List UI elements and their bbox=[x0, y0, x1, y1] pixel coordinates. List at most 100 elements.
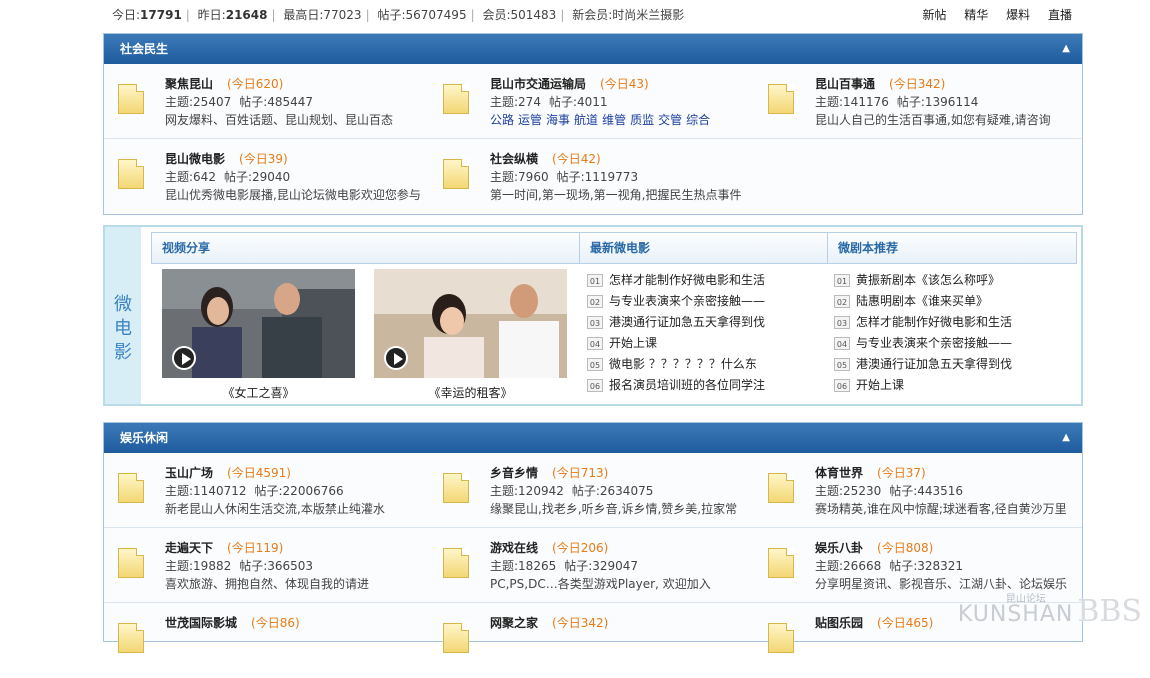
forum-item: 玉山广场(今日4591) 主题:1140712帖子:22006766 新老昆山人… bbox=[104, 453, 429, 528]
subforum-links: 公路运管海事航道维管质监交管综合 bbox=[490, 111, 714, 128]
digest-link[interactable]: 精华 bbox=[964, 8, 988, 22]
list-item[interactable]: 01黄振新剧本《该怎么称呼》 bbox=[834, 270, 1012, 291]
list-item[interactable]: 05微电影 ？？？？？？什么东 bbox=[587, 354, 765, 375]
topic-count: 主题:25230 bbox=[815, 484, 881, 498]
item-title[interactable]: 报名演员培训班的各位同学注 bbox=[609, 378, 765, 392]
list-item[interactable]: 03 港澳通行证加急五天拿得到伐 bbox=[587, 312, 765, 333]
forum-desc: 昆山优秀微电影展播,昆山论坛微电影欢迎您参与 bbox=[165, 186, 421, 203]
video-thumbnail[interactable] bbox=[162, 269, 355, 378]
forum-name-link[interactable]: 游戏在线 bbox=[490, 541, 538, 555]
subforum-link[interactable]: 交管 bbox=[658, 113, 682, 127]
new-member-link[interactable]: 时尚米兰摄影 bbox=[612, 8, 684, 22]
video-caption[interactable]: 《女工之喜》 bbox=[162, 384, 355, 401]
forum-name-link[interactable]: 贴图乐园 bbox=[815, 616, 863, 630]
divider: | bbox=[271, 8, 275, 22]
list-item[interactable]: 02与专业表演来个亲密接触—— bbox=[587, 291, 765, 312]
live-link[interactable]: 直播 bbox=[1048, 8, 1072, 22]
forum-item: 社会纵横(今日42) 主题:7960帖子:1119773 第一时间,第一现场,第… bbox=[429, 139, 754, 214]
item-title[interactable]: 怎样才能制作好微电影和生活 bbox=[856, 315, 1012, 329]
collapse-icon[interactable]: ▲ bbox=[1062, 423, 1070, 453]
subforum-link[interactable]: 公路 bbox=[490, 113, 514, 127]
forum-item: 走遍天下(今日119) 主题:19882帖子:366503 喜欢旅游、拥抱自然、… bbox=[104, 528, 429, 603]
forum-name-link[interactable]: 昆山微电影 bbox=[165, 152, 225, 166]
topic-count: 主题:19882 bbox=[165, 559, 231, 573]
today-count: (今日4591) bbox=[227, 466, 291, 480]
divider: | bbox=[186, 8, 190, 22]
forum-icon bbox=[443, 548, 471, 578]
today-label: 今日: bbox=[112, 8, 140, 22]
list-item[interactable]: 03怎样才能制作好微电影和生活 bbox=[834, 312, 1012, 333]
forum-name-link[interactable]: 网聚之家 bbox=[490, 616, 538, 630]
list-item[interactable]: 06报名演员培训班的各位同学注 bbox=[587, 375, 765, 396]
subforum-link[interactable]: 质监 bbox=[630, 113, 654, 127]
item-title[interactable]: 微电影 ？？？？？？什么东 bbox=[609, 357, 757, 371]
collapse-icon[interactable]: ▲ bbox=[1062, 34, 1070, 64]
item-title[interactable]: 开始上课 bbox=[609, 336, 657, 350]
site-watermark-logo: 昆山论坛 KUNSHANBBS bbox=[958, 594, 1142, 629]
forum-icon bbox=[768, 473, 796, 503]
forum-name-link[interactable]: 走遍天下 bbox=[165, 541, 213, 555]
item-title[interactable]: 与专业表演来个亲密接触—— bbox=[609, 294, 765, 308]
topic-count: 主题:1140712 bbox=[165, 484, 247, 498]
forum-name-link[interactable]: 昆山百事通 bbox=[815, 77, 875, 91]
forum-icon bbox=[443, 473, 471, 503]
video-caption[interactable]: 《幸运的租客》 bbox=[374, 384, 567, 401]
post-count: 帖子:329047 bbox=[564, 559, 638, 573]
play-icon[interactable] bbox=[172, 346, 196, 370]
list-item[interactable]: 04与专业表演来个亲密接触—— bbox=[834, 333, 1012, 354]
forum-name-link[interactable]: 娱乐八卦 bbox=[815, 541, 863, 555]
subforum-link[interactable]: 海事 bbox=[546, 113, 570, 127]
posts-count: 56707495 bbox=[406, 8, 467, 22]
breaking-link[interactable]: 爆料 bbox=[1006, 8, 1030, 22]
forum-name-link[interactable]: 昆山市交通运输局 bbox=[490, 77, 586, 91]
subforum-link[interactable]: 运管 bbox=[518, 113, 542, 127]
item-title[interactable]: 陆惠明剧本《谁来买单》 bbox=[856, 294, 988, 308]
forum-name-link[interactable]: 聚焦昆山 bbox=[165, 77, 213, 91]
forum-name-link[interactable]: 社会纵横 bbox=[490, 152, 538, 166]
video-thumbnail[interactable] bbox=[374, 269, 567, 378]
micro-film-tabs: 视频分享 最新微电影 微剧本推荐 bbox=[151, 232, 1077, 264]
top-links: 新帖 精华 爆料 直播 bbox=[908, 6, 1072, 23]
list-item[interactable]: 04开始上课 bbox=[587, 333, 765, 354]
subforum-link[interactable]: 航道 bbox=[574, 113, 598, 127]
item-title[interactable]: 黄振新剧本《该怎么称呼》 bbox=[856, 273, 1000, 287]
forum-name-link[interactable]: 体育世界 bbox=[815, 466, 863, 480]
play-icon[interactable] bbox=[384, 346, 408, 370]
subforum-link[interactable]: 综合 bbox=[686, 113, 710, 127]
max-count: 77023 bbox=[323, 8, 361, 22]
new-posts-link[interactable]: 新帖 bbox=[922, 8, 946, 22]
list-item[interactable]: 01怎样才能制作好微电影和生活 bbox=[587, 270, 765, 291]
forum-item: 乡音乡情(今日713) 主题:120942帖子:2634075 缘聚昆山,找老乡… bbox=[429, 453, 754, 528]
forum-section-entertainment: 娱乐休闲 ▲ 玉山广场(今日4591) 主题:1140712帖子:2200676… bbox=[103, 422, 1083, 642]
divider: | bbox=[366, 8, 370, 22]
forum-section-social: 社会民生 ▲ 聚焦昆山(今日620) 主题:25407帖子:485447 网友爆… bbox=[103, 33, 1083, 215]
subforum-link[interactable]: 维管 bbox=[602, 113, 626, 127]
rank-badge: 02 bbox=[834, 295, 850, 308]
item-title[interactable]: 港澳通行证加急五天拿得到伐 bbox=[856, 357, 1012, 371]
tab-video-share[interactable]: 视频分享 bbox=[152, 233, 579, 263]
rank-badge: 03 bbox=[587, 316, 603, 329]
side-char: 影 bbox=[114, 341, 132, 365]
list-item[interactable]: 02 陆惠明剧本《谁来买单》 bbox=[834, 291, 1012, 312]
post-count: 帖子:1119773 bbox=[557, 170, 639, 184]
list-item[interactable]: 06开始上课 bbox=[834, 375, 1012, 396]
post-count: 帖子:2634075 bbox=[572, 484, 654, 498]
forum-row: 世茂国际影城(今日86) 网聚之家(今日342) 贴图乐园(今日465) bbox=[104, 603, 1082, 678]
tab-latest-films[interactable]: 最新微电影 bbox=[579, 233, 827, 263]
forum-name-link[interactable]: 乡音乡情 bbox=[490, 466, 538, 480]
tab-script-picks[interactable]: 微剧本推荐 bbox=[827, 233, 1076, 263]
item-title[interactable]: 港澳通行证加急五天拿得到伐 bbox=[609, 315, 765, 329]
topic-count: 主题:25407 bbox=[165, 95, 231, 109]
today-count: (今日119) bbox=[227, 541, 283, 555]
item-title[interactable]: 与专业表演来个亲密接触—— bbox=[856, 336, 1012, 350]
item-title[interactable]: 怎样才能制作好微电影和生活 bbox=[609, 273, 765, 287]
list-item[interactable]: 05港澳通行证加急五天拿得到伐 bbox=[834, 354, 1012, 375]
post-count: 帖子:366503 bbox=[239, 559, 313, 573]
yesterday-label: 昨日: bbox=[198, 8, 226, 22]
forum-desc: 网友爆料、百姓话题、昆山规划、昆山百态 bbox=[165, 111, 393, 128]
forum-icon bbox=[118, 623, 146, 653]
forum-name-link[interactable]: 世茂国际影城 bbox=[165, 616, 237, 630]
divider: | bbox=[560, 8, 564, 22]
item-title[interactable]: 开始上课 bbox=[856, 378, 904, 392]
forum-name-link[interactable]: 玉山广场 bbox=[165, 466, 213, 480]
